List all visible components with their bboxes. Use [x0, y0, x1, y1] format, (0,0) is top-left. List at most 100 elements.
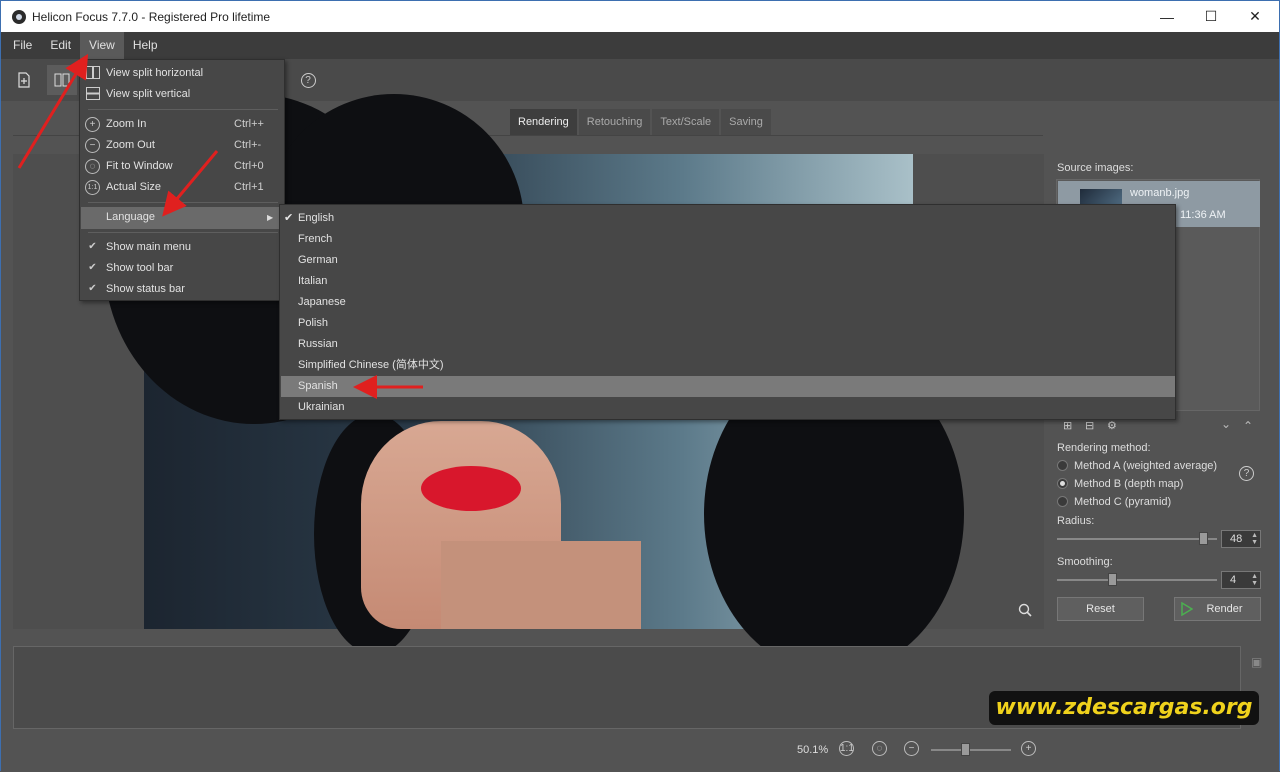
language-item-ukrainian[interactable]: Ukrainian	[281, 397, 1175, 418]
language-item-english[interactable]: ✔ English	[281, 208, 1175, 229]
language-item-french[interactable]: French	[281, 229, 1175, 250]
zoom-out-icon[interactable]: −	[904, 741, 919, 756]
menu-file[interactable]: File	[4, 32, 41, 59]
split-view-icon[interactable]	[47, 65, 77, 95]
spin-arrows-icon[interactable]: ▲ ▼	[1251, 532, 1258, 546]
zoom-in-icon[interactable]: +	[1021, 741, 1036, 756]
menu-separator	[88, 202, 278, 203]
menu-item-show-main-menu[interactable]: ✔ Show main menu	[81, 237, 285, 258]
menu-item-label: Show status bar	[106, 283, 185, 295]
language-item-japanese[interactable]: Japanese	[281, 292, 1175, 313]
play-icon	[1181, 602, 1193, 616]
mode-tabs: Rendering Retouching Text/Scale Saving	[510, 109, 771, 135]
radius-spinbox[interactable]: 48 ▲ ▼	[1221, 530, 1261, 548]
minimize-button[interactable]: —	[1144, 1, 1190, 32]
helicon-logo-icon	[12, 9, 26, 24]
remove-image-icon[interactable]: ⊟	[1085, 419, 1094, 432]
menu-item-fit-to-window[interactable]: ◌ Fit to Window Ctrl+0	[81, 156, 285, 177]
tab-text-scale[interactable]: Text/Scale	[652, 109, 720, 135]
source-file-time: 11:36 AM	[1180, 209, 1226, 221]
render-button[interactable]: Render	[1174, 597, 1261, 621]
actual-size-icon[interactable]: 1:1	[839, 741, 854, 756]
tab-saving[interactable]: Saving	[721, 109, 771, 135]
radio-method-c[interactable]	[1057, 496, 1068, 507]
menu-help[interactable]: Help	[124, 32, 167, 59]
language-item-russian[interactable]: Russian	[281, 334, 1175, 355]
maximize-button[interactable]: ☐	[1188, 1, 1234, 32]
chevron-down-icon[interactable]: ⌄	[1221, 417, 1231, 431]
language-item-italian[interactable]: Italian	[281, 271, 1175, 292]
zoom-level: 50.1%	[797, 744, 829, 756]
menu-item-show-tool-bar[interactable]: ✔ Show tool bar	[81, 258, 285, 279]
new-project-icon[interactable]	[9, 65, 39, 95]
language-submenu: ✔ English French German Italian Japanese…	[279, 204, 1176, 420]
menu-item-show-status-bar[interactable]: ✔ Show status bar	[81, 279, 285, 300]
radius-slider-track[interactable]	[1057, 538, 1217, 540]
zoom-slider-track[interactable]	[931, 749, 1011, 751]
menu-item-label: Fit to Window	[106, 160, 173, 172]
menu-separator	[88, 232, 278, 233]
menu-edit[interactable]: Edit	[41, 32, 80, 59]
actual-size-icon: 1:1	[85, 180, 100, 195]
menu-item-label: View split horizontal	[106, 67, 204, 79]
language-label: Italian	[298, 275, 328, 287]
shortcut-label: Ctrl+-	[234, 139, 262, 151]
menu-item-actual-size[interactable]: 1:1 Actual Size Ctrl+1	[81, 177, 285, 198]
smoothing-slider-track[interactable]	[1057, 579, 1217, 581]
method-b-label: Method B (depth map)	[1074, 478, 1184, 490]
radius-value: 48	[1230, 533, 1243, 545]
shortcut-label: Ctrl+1	[234, 181, 264, 193]
render-label: Render	[1206, 603, 1243, 615]
radius-label: Radius:	[1057, 515, 1095, 527]
check-icon: ✔	[88, 241, 97, 252]
radio-method-a[interactable]	[1057, 460, 1068, 471]
method-help-icon[interactable]: ?	[1239, 466, 1254, 481]
zoom-in-icon: +	[85, 117, 100, 132]
menu-item-split-horizontal[interactable]: View split horizontal	[81, 63, 285, 84]
rendering-method-label: Rendering method:	[1057, 442, 1151, 454]
zoom-out-icon: −	[85, 138, 100, 153]
radius-slider-handle[interactable]	[1199, 532, 1208, 545]
status-bar	[1, 737, 1279, 771]
smoothing-slider-handle[interactable]	[1108, 573, 1117, 586]
tab-retouching[interactable]: Retouching	[578, 109, 651, 135]
language-item-spanish[interactable]: Spanish	[281, 376, 1175, 397]
reset-button[interactable]: Reset	[1057, 597, 1144, 621]
shortcut-label: Ctrl+0	[234, 160, 264, 172]
language-label: Simplified Chinese (简体中文)	[298, 359, 444, 371]
radio-method-b[interactable]	[1057, 478, 1068, 489]
menu-item-split-vertical[interactable]: View split vertical	[81, 84, 285, 105]
menu-item-label: Show main menu	[106, 241, 191, 253]
language-label: Japanese	[298, 296, 346, 308]
close-button[interactable]: ✕	[1232, 1, 1278, 32]
settings-gear-icon[interactable]: ⚙	[1107, 419, 1117, 432]
smoothing-label: Smoothing:	[1057, 556, 1113, 568]
add-image-icon[interactable]: ⊞	[1063, 419, 1072, 432]
language-label: English	[298, 212, 335, 224]
language-label: Russian	[298, 338, 338, 350]
menu-view[interactable]: View	[80, 32, 124, 59]
submenu-arrow-icon: ▶	[267, 213, 274, 222]
fit-window-icon[interactable]: ◌	[872, 741, 887, 756]
source-images-label: Source images:	[1057, 162, 1134, 174]
magnifier-icon[interactable]	[1018, 603, 1034, 619]
check-icon: ✔	[88, 283, 97, 294]
fit-window-icon: ◌	[85, 159, 100, 174]
split-horizontal-icon	[85, 66, 100, 81]
app-window: Helicon Focus 7.7.0 - Registered Pro lif…	[0, 0, 1280, 771]
save-log-icon[interactable]: ▣	[1251, 655, 1262, 669]
menu-separator	[88, 109, 278, 110]
smoothing-spinbox[interactable]: 4 ▲ ▼	[1221, 571, 1261, 589]
language-item-polish[interactable]: Polish	[281, 313, 1175, 334]
language-label: Ukrainian	[298, 401, 345, 413]
chevron-up-icon[interactable]: ⌃	[1243, 419, 1253, 433]
tab-rendering[interactable]: Rendering	[510, 109, 577, 135]
language-item-simplified-chinese[interactable]: Simplified Chinese (简体中文)	[281, 355, 1175, 376]
zoom-slider-handle[interactable]	[961, 743, 970, 756]
menu-item-zoom-in[interactable]: + Zoom In Ctrl++	[81, 114, 285, 135]
menu-item-language[interactable]: Language ▶	[81, 207, 285, 229]
menu-item-zoom-out[interactable]: − Zoom Out Ctrl+-	[81, 135, 285, 156]
language-item-german[interactable]: German	[281, 250, 1175, 271]
help-icon[interactable]: ?	[293, 65, 323, 95]
spin-arrows-icon[interactable]: ▲ ▼	[1251, 573, 1258, 587]
